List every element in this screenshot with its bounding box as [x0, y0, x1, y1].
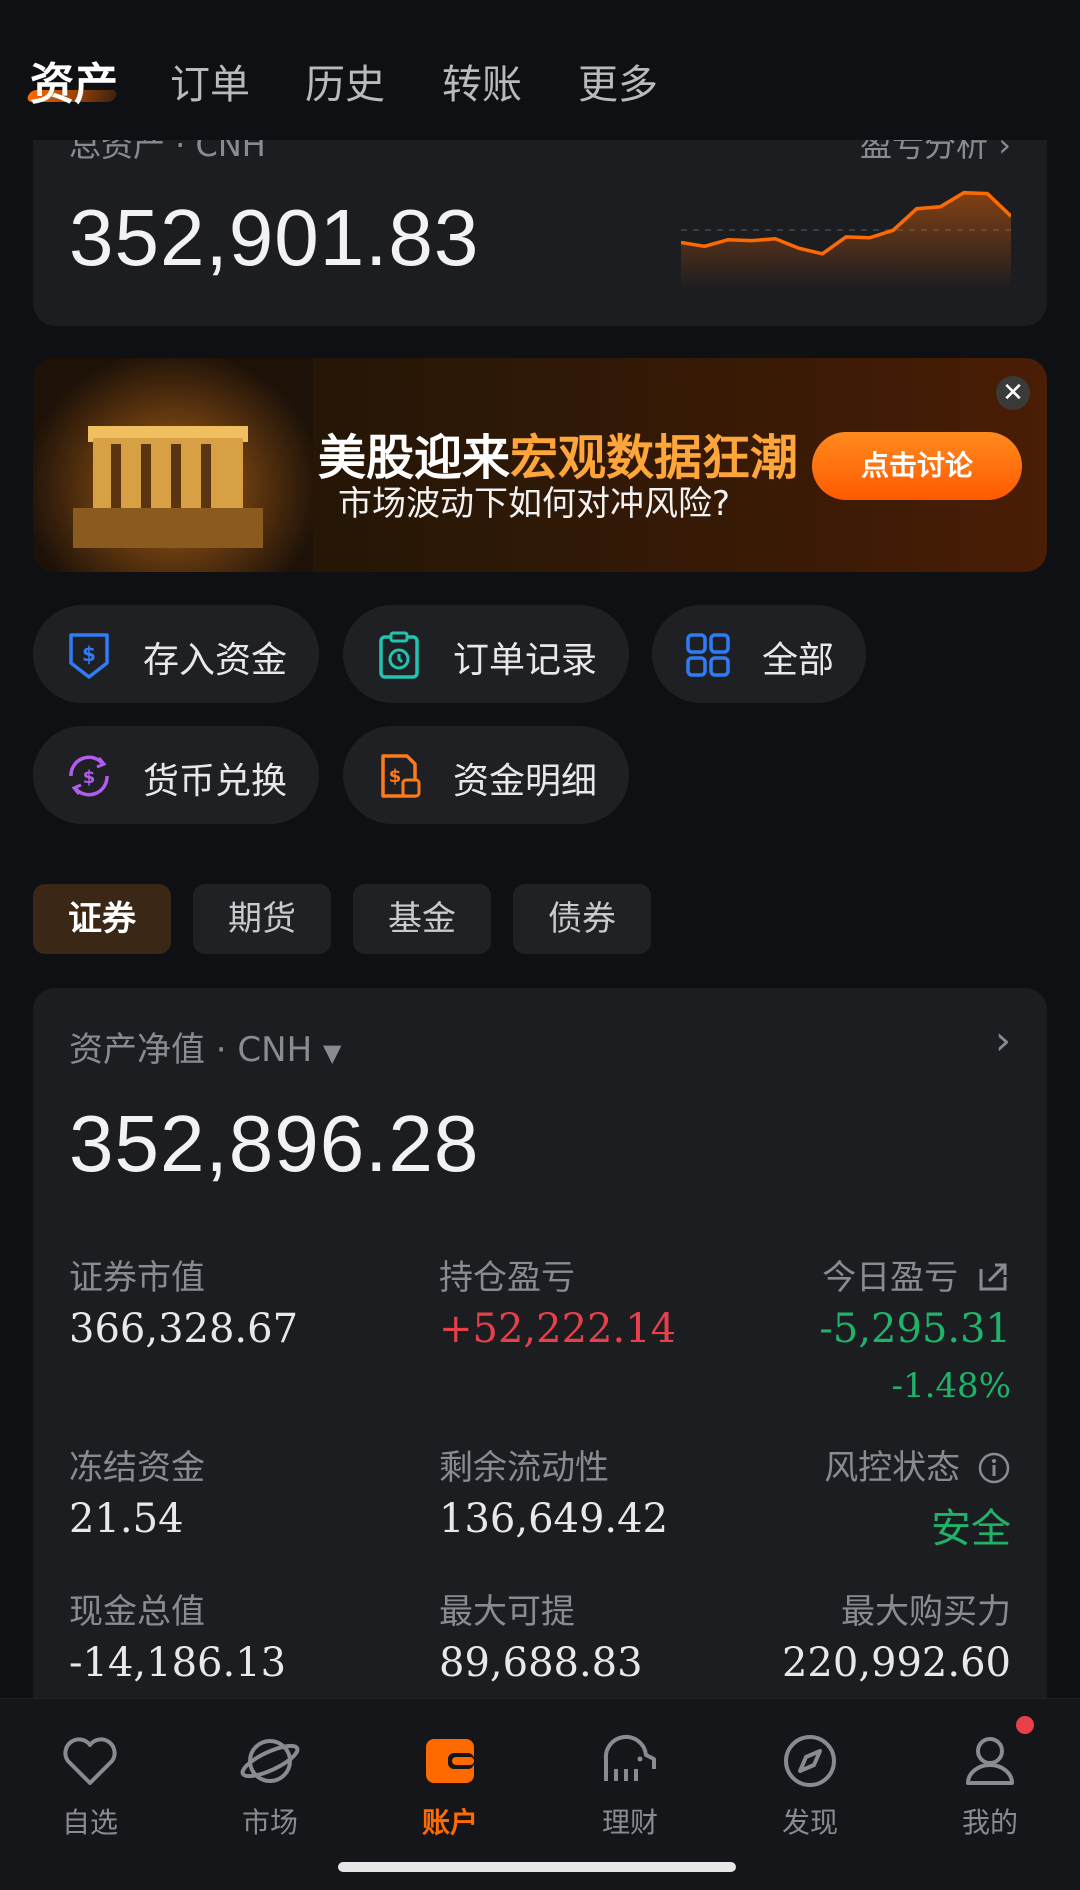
net-assets-value: 352,896.28	[69, 1099, 480, 1188]
planet-icon	[240, 1739, 300, 1783]
caret-down-icon: ▼	[322, 1039, 342, 1067]
currency-exchange-label: 货币兑换	[143, 761, 288, 802]
building-column	[171, 444, 181, 510]
chevron-right-icon[interactable]: ›	[995, 1018, 1011, 1064]
tab-more[interactable]: 更多	[578, 52, 658, 110]
net-assets-card: 资产净值 · CNH ▼ › 352,896.28 证券市值 366,328.6…	[33, 988, 1047, 1748]
compass-icon	[784, 1735, 836, 1787]
currency-exchange-button[interactable]: $ 货币兑换	[33, 726, 319, 824]
building-base	[73, 508, 263, 548]
tab-history[interactable]: 历史	[305, 52, 385, 110]
grid-icon	[686, 633, 730, 677]
nav-watchlist[interactable]: 自选	[30, 1729, 150, 1841]
share-icon[interactable]	[975, 1259, 1011, 1295]
remaining-liquidity-label: 剩余流动性	[439, 1448, 609, 1488]
deposit-icon: $	[69, 633, 109, 679]
building-column	[201, 444, 211, 510]
risk-status-label-text: 风控状态	[824, 1448, 961, 1488]
currency-exchange-icon: $	[69, 755, 109, 797]
today-pl-label-text: 今日盈亏	[822, 1258, 959, 1298]
nav-wealth[interactable]: 理财	[570, 1729, 690, 1841]
all-functions-label: 全部	[762, 640, 835, 681]
nav-wealth-label: 理财	[601, 1806, 658, 1839]
position-pl-label: 持仓盈亏	[439, 1258, 575, 1298]
svg-text:$: $	[82, 642, 96, 666]
segment-securities[interactable]: 证券	[33, 884, 171, 954]
today-pl-value: -5,295.31	[819, 1306, 1011, 1352]
max-withdraw-label: 最大可提	[439, 1592, 575, 1632]
market-value-label: 证券市值	[69, 1258, 205, 1298]
frozen-funds-value: 21.54	[69, 1496, 184, 1542]
order-record-label: 订单记录	[453, 640, 598, 681]
all-functions-button[interactable]: 全部	[652, 605, 866, 703]
total-assets-sparkline[interactable]	[681, 180, 1011, 290]
elephant-icon	[603, 1734, 656, 1781]
nav-profile[interactable]: 我的	[930, 1729, 1050, 1841]
net-assets-label-text: 资产净值 · CNH	[69, 1030, 313, 1070]
total-cash-value: -14,186.13	[69, 1640, 287, 1686]
order-record-button[interactable]: 订单记录	[343, 605, 629, 703]
nav-discover-label: 发现	[781, 1806, 838, 1839]
nav-discover[interactable]: 发现	[750, 1729, 870, 1841]
segment-funds[interactable]: 基金	[353, 884, 491, 954]
svg-text:$: $	[83, 767, 96, 788]
total-assets-value: 352,901.83	[69, 193, 480, 282]
close-icon[interactable]: ✕	[996, 376, 1030, 410]
nav-account-label: 账户	[421, 1806, 478, 1839]
market-value: 366,328.67	[69, 1306, 299, 1352]
discuss-button[interactable]: 点击讨论	[812, 432, 1022, 500]
total-cash-label: 现金总值	[69, 1592, 205, 1632]
notification-dot	[1016, 1716, 1034, 1734]
nav-profile-label: 我的	[961, 1806, 1018, 1839]
segment-bonds[interactable]: 债券	[513, 884, 651, 954]
nav-watchlist-label: 自选	[61, 1806, 118, 1839]
user-icon	[966, 1737, 1014, 1785]
deposit-button[interactable]: $ 存入资金	[33, 605, 319, 703]
max-buying-power-value: 220,992.60	[781, 1640, 1011, 1686]
nav-account[interactable]: 账户	[390, 1729, 510, 1841]
nav-market[interactable]: 市场	[210, 1729, 330, 1841]
info-icon[interactable]	[977, 1451, 1011, 1485]
fund-detail-button[interactable]: $ 资金明细	[343, 726, 629, 824]
risk-status-label: 风控状态	[824, 1440, 1011, 1489]
nav-market-label: 市场	[241, 1806, 298, 1839]
segment-futures[interactable]: 期货	[193, 884, 331, 954]
federal-building-image	[33, 358, 313, 572]
building-column	[141, 444, 151, 510]
remaining-liquidity-value: 136,649.42	[439, 1496, 669, 1542]
deposit-label: 存入资金	[143, 640, 288, 681]
heart-icon	[63, 1737, 117, 1785]
order-record-icon	[379, 631, 419, 679]
fund-detail-icon: $	[381, 754, 421, 798]
position-pl-value: +52,222.14	[439, 1306, 677, 1352]
risk-status-value: 安全	[931, 1506, 1011, 1552]
frozen-funds-label: 冻结资金	[69, 1448, 205, 1488]
svg-text:$: $	[389, 766, 402, 787]
today-pl-percent: -1.48%	[891, 1366, 1012, 1406]
today-pl-label: 今日盈亏	[822, 1250, 1011, 1299]
net-assets-label[interactable]: 资产净值 · CNH ▼	[69, 1022, 341, 1071]
home-indicator[interactable]	[338, 1862, 736, 1872]
max-buying-power-label: 最大购买力	[841, 1592, 1011, 1632]
banner-subtitle: 市场波动下如何对冲风险?	[338, 484, 731, 524]
tab-transfer[interactable]: 转账	[442, 52, 522, 110]
top-tab-bar: 资产 订单 历史 转账 更多	[0, 0, 1080, 140]
tab-orders[interactable]: 订单	[170, 52, 250, 110]
building-column	[111, 444, 121, 510]
wallet-icon	[426, 1739, 474, 1783]
fund-detail-label: 资金明细	[453, 761, 598, 802]
tab-assets[interactable]: 资产	[30, 48, 118, 112]
max-withdraw-value: 89,688.83	[439, 1640, 643, 1686]
